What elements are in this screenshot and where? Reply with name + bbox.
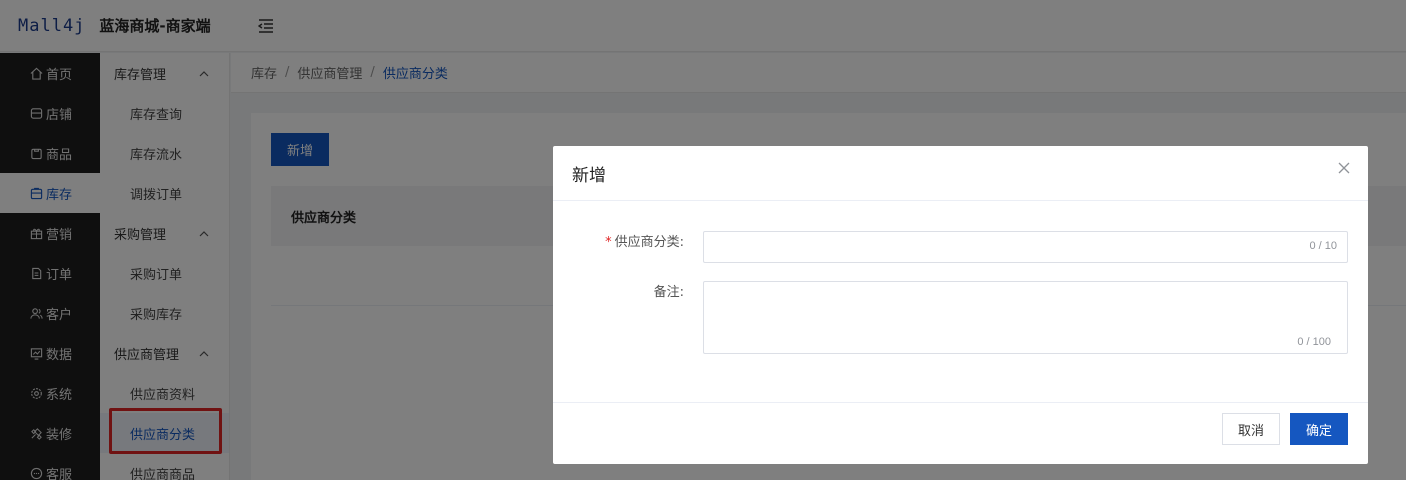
dialog-header: 新增: [553, 146, 1368, 201]
category-counter: 0 / 10: [1309, 240, 1337, 252]
remark-label: 备注:: [653, 285, 684, 300]
remark-textarea-wrapper: 0 / 100: [703, 281, 1348, 354]
form-row-remark: 备注:: [553, 281, 696, 300]
confirm-button[interactable]: 确定: [1290, 413, 1348, 445]
category-input-wrapper: 0 / 10: [703, 231, 1348, 263]
form-row-category: * 供应商分类:: [553, 231, 696, 250]
close-icon[interactable]: [1336, 160, 1352, 176]
category-label-text: 供应商分类:: [614, 235, 684, 250]
remark-counter: 0 / 100: [1297, 336, 1331, 348]
required-mark: *: [605, 235, 612, 250]
category-label: * 供应商分类:: [553, 231, 696, 250]
category-input[interactable]: [704, 232, 1347, 262]
cancel-button[interactable]: 取消: [1222, 413, 1280, 445]
dialog-title: 新增: [572, 165, 606, 186]
add-dialog: 新增 * 供应商分类: 0 / 10 备注: 0 / 100 取消 确定: [553, 146, 1368, 464]
dialog-footer: 取消 确定: [553, 402, 1368, 464]
remark-textarea[interactable]: [704, 282, 1347, 353]
